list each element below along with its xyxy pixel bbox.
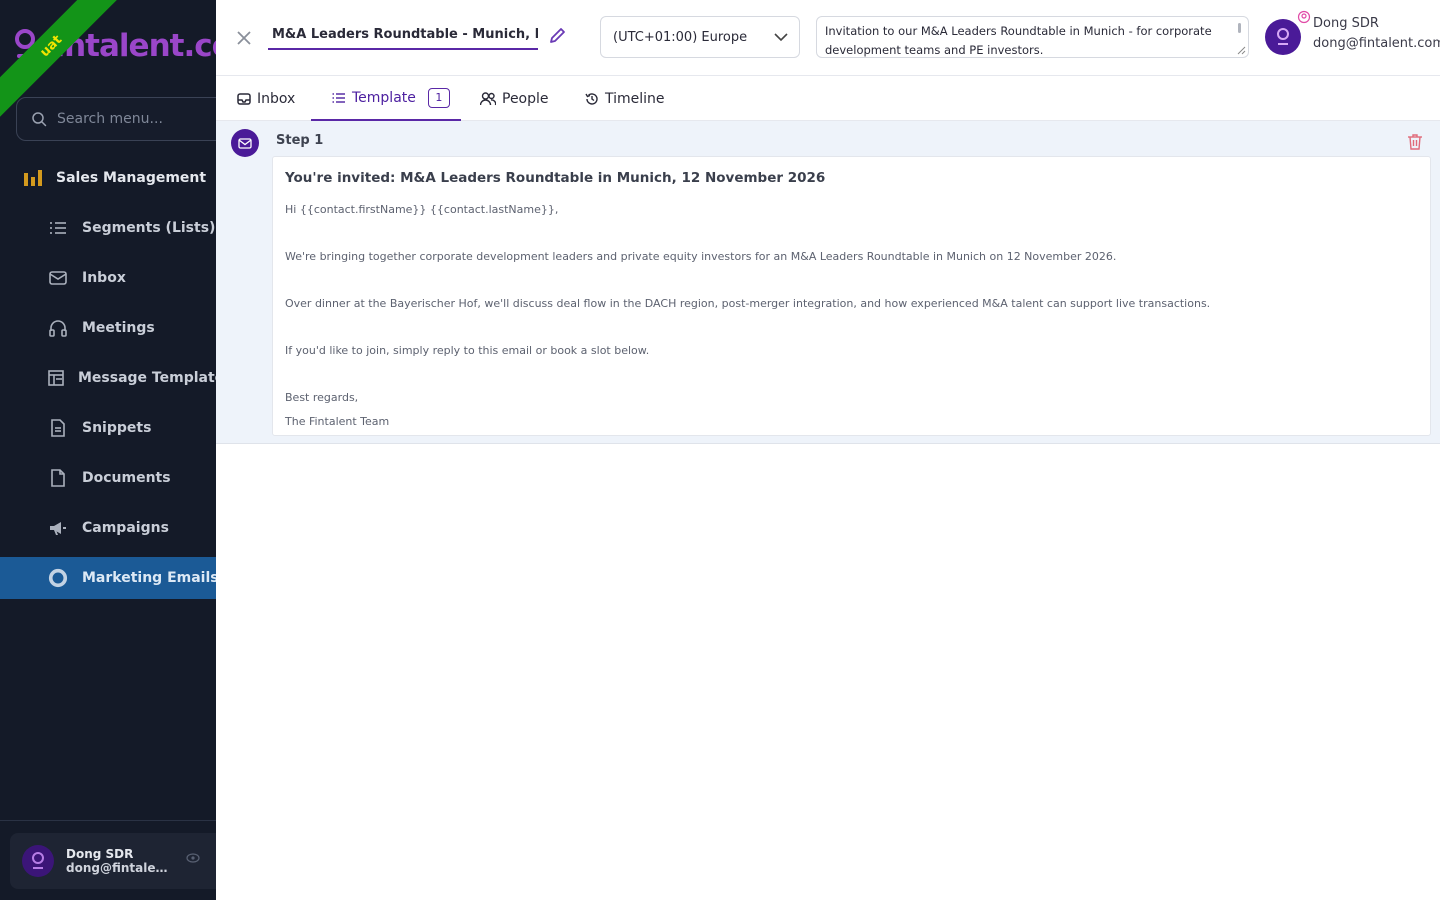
avatar [22,845,54,877]
search-input[interactable] [57,111,207,127]
sidebar-item-label: Message Templates [78,370,216,386]
pencil-icon[interactable] [548,25,568,45]
template-icon [48,368,64,388]
inbox-icon [237,92,251,105]
tab-label: Inbox [257,90,296,107]
nav-section-label: Sales Management [56,170,207,186]
sidebar-item-marketing-emails[interactable]: Marketing Emails [0,557,216,599]
nav-section-sales-management[interactable]: Sales Management [0,158,216,198]
megaphone-icon [48,518,68,538]
sidebar: fintalent.com uat Sales Management Segme [0,0,216,900]
snippet-icon [48,418,68,438]
avatar[interactable] [1265,19,1301,55]
tab-label: Template [352,89,416,106]
sidebar-item-label: Inbox [82,270,126,286]
email-subject: You're invited: M&A Leaders Roundtable i… [285,170,826,186]
email-preview[interactable]: You're invited: M&A Leaders Roundtable i… [272,156,1431,436]
sidebar-item-label: Marketing Emails [82,570,216,586]
sidebar-item-label: Meetings [82,320,155,336]
current-user-card[interactable]: Dong SDR dong@fintalent.c... [10,833,216,889]
sidebar-item-segments[interactable]: Segments (Lists) [0,203,216,253]
document-icon [48,468,68,488]
campaign-name-field[interactable]: M&A Leaders Roundtable - Munich, Novembe… [268,20,538,50]
email-paragraph: We're bringing together corporate develo… [285,250,1117,263]
user-email: dong@fintalent.com [1313,36,1440,51]
tab-people[interactable]: People [480,76,549,121]
tab-label: Timeline [605,90,665,107]
environment-label: uat [37,32,65,60]
close-icon[interactable] [234,28,254,48]
trash-icon[interactable] [1406,133,1424,151]
eye-icon[interactable] [186,853,200,863]
envelope-icon [238,137,252,149]
logo-pin-icon [1277,28,1289,45]
email-paragraph: If you'd like to join, simply reply to t… [285,344,650,357]
tab-timeline[interactable]: Timeline [585,76,665,121]
resize-handle-icon[interactable] [1236,45,1246,55]
list-icon [48,218,68,238]
sidebar-item-label: Campaigns [82,520,169,536]
campaign-header: M&A Leaders Roundtable - Munich, Novembe… [216,0,1440,76]
email-signoff: Best regards, [285,391,359,404]
timezone-select[interactable]: (UTC+01:00) Europe [600,16,800,58]
campaign-tabs: Inbox Template 1 People Timeline [216,76,1440,121]
email-signature: The Fintalent Team [285,414,390,428]
sidebar-item-meetings[interactable]: Meetings [0,303,216,353]
sidebar-item-snippets[interactable]: Snippets [0,403,216,453]
email-step-icon [231,129,259,157]
tab-count-badge: 1 [427,87,450,108]
logo-pin-icon [32,852,44,869]
history-icon [585,92,598,105]
list-icon [332,92,345,103]
paragraph-spacer [285,222,1418,246]
tab-template[interactable]: Template 1 [311,76,461,121]
step-title: Step 1 [276,133,324,148]
sidebar-item-documents[interactable]: Documents [0,453,216,503]
headset-icon [48,318,68,338]
campaign-name-value: M&A Leaders Roundtable - Munich, Novembe… [272,26,538,42]
paragraph-spacer [285,269,1418,293]
sidebar-item-label: Segments (Lists) [82,220,216,236]
sequence-step: Step 1 You're invited: M&A Leaders Round… [216,121,1440,444]
sidebar-item-label: Snippets [82,420,152,436]
paragraph-spacer [285,316,1418,340]
user-name: Dong SDR [1313,16,1379,31]
timezone-value: (UTC+01:00) Europe [613,29,748,45]
people-icon [480,91,496,105]
sidebar-item-message-templates[interactable]: Message Templates [0,353,216,403]
sidebar-footer: Dong SDR dong@fintalent.c... [0,820,216,900]
inbox-icon [48,268,68,288]
email-paragraph: Over dinner at the Bayerischer Hof, we'l… [285,297,1211,310]
user-email: dong@fintalent.c... [66,861,171,875]
description-textarea[interactable]: Invitation to our M&A Leaders Roundtable… [816,16,1249,58]
sidebar-item-inbox[interactable]: Inbox [0,253,216,303]
email-greeting: Hi {{contact.firstName}} {{contact.lastN… [285,203,559,216]
tab-inbox[interactable]: Inbox [237,76,295,121]
tab-label: People [502,90,549,107]
sidebar-item-campaigns[interactable]: Campaigns [0,503,216,553]
user-name: Dong SDR [66,847,134,861]
switch-user-icon[interactable] [1297,10,1311,24]
email-body: Hi {{contact.firstName}} {{contact.lastN… [285,198,1418,433]
search-menu[interactable] [16,97,216,141]
chevron-down-icon [774,33,788,42]
description-value: Invitation to our M&A Leaders Roundtable… [825,24,1212,57]
search-icon [32,112,47,127]
paragraph-spacer [285,363,1418,387]
nav-list: Segments (Lists) Inbox Meetings Message … [0,203,216,599]
circle-icon [48,568,68,588]
bar-chart-icon [24,170,42,186]
sidebar-item-label: Documents [82,470,171,486]
scrollbar[interactable] [1238,23,1241,33]
